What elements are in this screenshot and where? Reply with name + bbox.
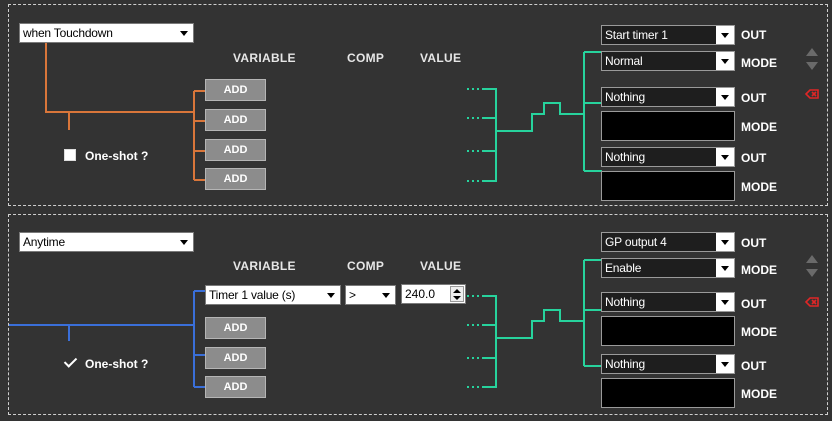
output-value: Nothing xyxy=(605,357,645,371)
comp-select[interactable]: > xyxy=(345,285,396,305)
trigger-value: when Touchdown xyxy=(23,26,113,40)
chevron-down-icon xyxy=(716,259,734,277)
out-label: OUT xyxy=(741,151,767,165)
chevron-down-icon xyxy=(716,355,734,373)
one-shot-checkbox[interactable] xyxy=(64,149,76,161)
chevron-down-icon xyxy=(377,286,395,304)
variable-select[interactable]: Timer 1 value (s) xyxy=(205,285,341,305)
comp-header: COMP xyxy=(347,51,385,65)
chevron-down-icon xyxy=(716,52,734,70)
mode-value: Normal xyxy=(605,54,643,68)
out-label: OUT xyxy=(741,236,767,250)
mode-label: MODE xyxy=(741,120,777,134)
mode-select[interactable]: Normal xyxy=(601,51,735,71)
chevron-down-icon xyxy=(716,233,734,251)
comp-value: > xyxy=(349,288,356,302)
chevron-down-icon xyxy=(175,24,193,42)
output-value: Nothing xyxy=(605,90,645,104)
trigger-value: Anytime xyxy=(23,235,65,249)
chevron-down-icon xyxy=(716,293,734,311)
output-value: Nothing xyxy=(605,295,645,309)
value-spinbox[interactable]: 240.0 xyxy=(401,284,466,304)
output-value: Nothing xyxy=(605,150,645,164)
output-select[interactable]: Nothing xyxy=(601,147,735,167)
output-value: GP output 4 xyxy=(605,235,667,249)
delete-rule-icon[interactable] xyxy=(805,297,819,307)
arrow-down-icon[interactable] xyxy=(806,269,818,277)
output-select[interactable]: Nothing xyxy=(601,354,735,374)
event-rules-editor: when Touchdown VARIABLE COMP VALUE ADD A… xyxy=(0,0,832,421)
mode-empty-box[interactable] xyxy=(601,111,735,141)
add-condition-button[interactable]: ADD xyxy=(205,168,266,190)
trigger-select[interactable]: when Touchdown xyxy=(19,23,194,43)
add-condition-button[interactable]: ADD xyxy=(205,376,266,398)
add-condition-button[interactable]: ADD xyxy=(205,109,266,131)
chevron-down-icon xyxy=(716,88,734,106)
output-value: Start timer 1 xyxy=(605,28,668,42)
variable-header: VARIABLE xyxy=(233,51,296,65)
mode-label: MODE xyxy=(741,263,777,277)
variable-header: VARIABLE xyxy=(233,259,296,273)
add-condition-button[interactable]: ADD xyxy=(205,347,266,369)
add-condition-button[interactable]: ADD xyxy=(205,79,266,101)
comp-header: COMP xyxy=(347,259,385,273)
mode-label: MODE xyxy=(741,180,777,194)
one-shot-label: One-shot ? xyxy=(85,149,149,163)
mode-label: MODE xyxy=(741,325,777,339)
output-select[interactable]: Nothing xyxy=(601,292,735,312)
arrow-up-icon[interactable] xyxy=(806,48,818,56)
spinner-arrows-icon[interactable] xyxy=(450,286,464,302)
output-select[interactable]: GP output 4 xyxy=(601,232,735,252)
value-text: 240.0 xyxy=(405,287,436,301)
mode-empty-box[interactable] xyxy=(601,378,735,408)
out-label: OUT xyxy=(741,359,767,373)
arrow-down-icon[interactable] xyxy=(806,62,818,70)
mode-empty-box[interactable] xyxy=(601,171,735,201)
mode-value: Enable xyxy=(605,261,642,275)
delete-rule-icon[interactable] xyxy=(805,89,819,99)
value-header: VALUE xyxy=(420,51,462,65)
out-label: OUT xyxy=(741,297,767,311)
one-shot-checkbox[interactable] xyxy=(64,356,76,368)
add-condition-button[interactable]: ADD xyxy=(205,317,266,339)
arrow-up-icon[interactable] xyxy=(806,255,818,263)
one-shot-label: One-shot ? xyxy=(85,357,149,371)
mode-empty-box[interactable] xyxy=(601,316,735,346)
move-rule-updown[interactable] xyxy=(805,255,819,277)
chevron-down-icon xyxy=(716,148,734,166)
variable-value: Timer 1 value (s) xyxy=(209,288,296,302)
trigger-select[interactable]: Anytime xyxy=(19,232,194,252)
mode-select[interactable]: Enable xyxy=(601,258,735,278)
output-select[interactable]: Nothing xyxy=(601,87,735,107)
chevron-down-icon xyxy=(716,26,734,44)
chevron-down-icon xyxy=(175,233,193,251)
mode-label: MODE xyxy=(741,387,777,401)
out-label: OUT xyxy=(741,91,767,105)
move-rule-updown[interactable] xyxy=(805,48,819,70)
value-header: VALUE xyxy=(420,259,462,273)
out-label: OUT xyxy=(741,28,767,42)
add-condition-button[interactable]: ADD xyxy=(205,139,266,161)
output-select[interactable]: Start timer 1 xyxy=(601,25,735,45)
mode-label: MODE xyxy=(741,56,777,70)
chevron-down-icon xyxy=(322,286,340,304)
